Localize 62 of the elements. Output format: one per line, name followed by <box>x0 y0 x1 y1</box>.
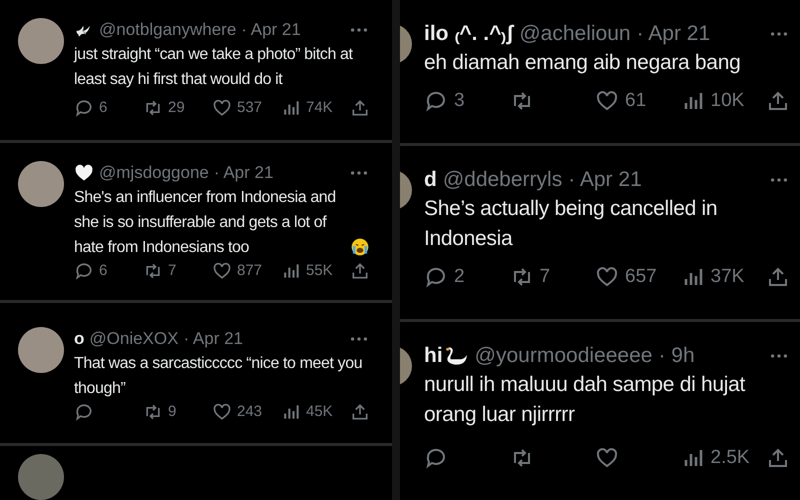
views-button[interactable]: 2.5K <box>680 444 760 472</box>
tweet-text: nurull ih maluuu dah sampe di hujat orang luar njirrrrr <box>424 372 746 428</box>
repost-button[interactable]: 29 <box>143 97 209 120</box>
display-name[interactable]: o <box>74 326 84 350</box>
tweet-text: just straight “can we take a photo” bitch at least say hi first that would do it <box>74 45 354 90</box>
repost-button[interactable]: 7 <box>143 260 209 282</box>
share-button[interactable] <box>350 402 370 422</box>
heart-icon <box>595 264 619 289</box>
reply-icon <box>74 98 94 118</box>
repost-button[interactable]: 7 <box>510 262 590 291</box>
tweet-text: eh diamah emang aib negara bang <box>424 50 742 76</box>
timestamp[interactable]: · Apr 21 <box>636 20 710 48</box>
like-button[interactable]: 657 <box>595 262 675 291</box>
tweet-text: That was a sarcasticcccc “nice to meet you though” <box>74 354 364 398</box>
like-button[interactable]: 243 <box>212 400 278 423</box>
username[interactable]: @achelioun <box>519 20 631 48</box>
heart-icon <box>595 446 619 470</box>
reply-icon <box>74 260 94 281</box>
tweet-text: She’s actually being cancelled in Indonesia <box>424 196 718 252</box>
share-icon <box>350 260 370 281</box>
timestamp[interactable]: · 9h <box>658 342 695 370</box>
share-icon <box>350 402 370 422</box>
timestamp[interactable]: · Apr 21 <box>241 18 301 42</box>
reply-button[interactable]: 6 <box>74 97 140 120</box>
like-button[interactable]: 537 <box>212 97 278 120</box>
views-button[interactable]: 10K <box>680 86 760 115</box>
timestamp[interactable]: · Apr 21 <box>568 166 642 194</box>
share-button[interactable] <box>350 98 370 118</box>
reply-button[interactable]: 3 <box>424 86 504 115</box>
username[interactable]: @notblganywhere <box>99 18 236 42</box>
timestamp[interactable]: · Apr 21 <box>214 160 274 184</box>
avatar[interactable] <box>18 326 64 372</box>
tweet-text: She's an influencer from Indonesia and she is so insufferable and gets a lot of hate from Indonesians too <box>74 188 337 258</box>
heart-icon <box>74 162 94 182</box>
share-button[interactable] <box>350 260 370 281</box>
username[interactable]: @yourmoodieeeee <box>474 342 652 370</box>
avatar[interactable] <box>18 18 64 64</box>
heart-icon <box>212 260 232 281</box>
heart-icon <box>212 98 232 118</box>
timestamp[interactable]: · Apr 21 <box>183 326 244 350</box>
views-button[interactable]: 37K <box>680 262 760 291</box>
avatar[interactable] <box>18 160 64 206</box>
username[interactable]: @ddeberryls <box>442 166 562 194</box>
avatar[interactable] <box>18 454 64 500</box>
reply-button[interactable]: 2 <box>424 262 504 291</box>
repost-button[interactable]: 9 <box>143 400 209 423</box>
display-name[interactable]: d <box>424 166 437 194</box>
display-name[interactable]: hi <box>424 342 443 370</box>
views-button[interactable]: 45K <box>281 400 347 423</box>
views-button[interactable]: 74K <box>281 97 347 120</box>
reply-icon <box>74 402 94 422</box>
reply-button[interactable]: 6 <box>74 260 140 282</box>
like-button[interactable]: 61 <box>595 86 675 115</box>
share-icon <box>350 98 370 118</box>
crying-face-icon <box>350 236 370 256</box>
display-name[interactable]: ilo ₍^. .^₎ʃ <box>424 20 514 48</box>
heart-icon <box>595 88 619 113</box>
heart-icon <box>212 402 232 422</box>
username[interactable]: @OnieXOX <box>89 326 178 350</box>
like-button[interactable]: 877 <box>212 260 278 282</box>
views-button[interactable]: 55K <box>281 260 347 282</box>
username[interactable]: @mjsdoggone <box>99 160 209 184</box>
